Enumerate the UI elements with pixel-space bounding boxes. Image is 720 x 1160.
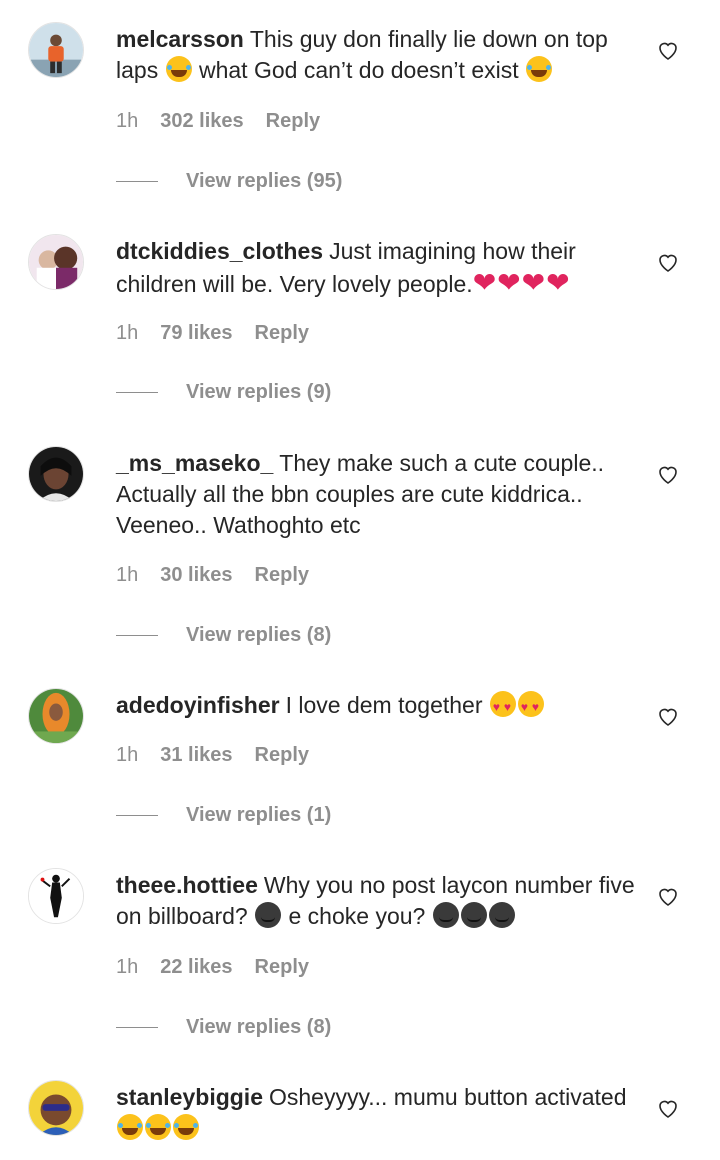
- dark-face-emoji-icon: [432, 902, 459, 928]
- avatar[interactable]: [28, 868, 84, 924]
- replies-divider: [116, 392, 158, 393]
- view-replies-label[interactable]: View replies (1): [186, 802, 331, 828]
- laughing-emoji-icon: [173, 1114, 199, 1140]
- comment-likes[interactable]: 30 likes: [160, 564, 232, 587]
- replies-divider: [116, 635, 158, 636]
- replies-divider: [116, 1027, 158, 1028]
- comment-body-part: Osheyyyy... mumu button activated: [268, 1084, 627, 1110]
- comment-body-part: what God can’t do doesn’t exist: [198, 57, 519, 83]
- heart-icon[interactable]: [656, 38, 680, 62]
- view-replies-label[interactable]: View replies (8): [186, 622, 331, 648]
- comment-time: 1h: [116, 744, 139, 766]
- comment-likes[interactable]: 22 likes: [160, 956, 232, 979]
- laughing-emoji-icon: [165, 56, 192, 82]
- view-replies-label[interactable]: View replies (9): [186, 379, 331, 405]
- avatar[interactable]: [28, 446, 84, 502]
- comment-username[interactable]: melcarsson: [116, 26, 244, 52]
- comment-body-part: I love dem together: [285, 692, 483, 718]
- comment-time: 1h: [116, 564, 139, 586]
- dark-face-emoji-icon: [488, 902, 515, 928]
- heart-eyes-emoji-icon: [489, 691, 516, 723]
- heart-icon[interactable]: [656, 884, 680, 908]
- reply-button[interactable]: Reply: [255, 564, 309, 587]
- comment-likes[interactable]: 79 likes: [160, 322, 232, 345]
- comment-username[interactable]: theee.hottiee: [116, 872, 258, 898]
- reply-button[interactable]: Reply: [266, 110, 320, 133]
- dark-face-emoji-icon: [460, 902, 487, 928]
- laughing-emoji-icon: [526, 56, 553, 82]
- comment-time: 1h: [116, 110, 139, 132]
- view-replies-label[interactable]: View replies (8): [186, 1014, 331, 1040]
- comment-meta: 1h 79 likes Reply: [116, 322, 331, 345]
- comment-text: adedoyinfisher I love dem together: [116, 690, 636, 723]
- comment-username[interactable]: dtckiddies_clothes: [116, 238, 323, 264]
- laughing-emoji-icon: [145, 1114, 171, 1140]
- replies-divider: [116, 181, 158, 182]
- comment-meta: 1h 22 likes Reply: [116, 956, 331, 979]
- reply-button[interactable]: Reply: [255, 956, 309, 979]
- comment-time: 1h: [116, 956, 139, 978]
- avatar[interactable]: [28, 688, 84, 744]
- comment-text: _ms_maseko_ They make such a cute couple.…: [116, 448, 636, 541]
- avatar[interactable]: [28, 22, 84, 78]
- heart-eyes-emoji-icon: [517, 691, 544, 723]
- comment-text: theee.hottiee Why you no post laycon numb…: [116, 870, 636, 932]
- comment-meta: 1h 31 likes Reply: [116, 744, 331, 767]
- reply-button[interactable]: Reply: [255, 744, 309, 767]
- red-hearts-emoji: ❤❤❤❤: [472, 267, 571, 298]
- comment-body-part: e choke you?: [288, 903, 426, 929]
- heart-icon[interactable]: [656, 250, 680, 274]
- replies-divider: [116, 815, 158, 816]
- view-replies-label[interactable]: View replies (95): [186, 168, 342, 194]
- comment-text: stanleybiggie Osheyyyy... mumu button act…: [116, 1082, 636, 1144]
- comment-username[interactable]: _ms_maseko_: [116, 450, 273, 476]
- comment-username[interactable]: adedoyinfisher: [116, 692, 280, 718]
- heart-icon[interactable]: [656, 462, 680, 486]
- comment-text: melcarsson This guy don finally lie down …: [116, 24, 636, 86]
- reply-button[interactable]: Reply: [255, 322, 309, 345]
- heart-icon[interactable]: [656, 1096, 680, 1120]
- comment-time: 1h: [116, 322, 139, 344]
- dark-face-emoji-icon: [255, 902, 282, 928]
- comment-username[interactable]: stanleybiggie: [116, 1084, 263, 1110]
- avatar[interactable]: [28, 1080, 84, 1136]
- comment-text: dtckiddies_clothes Just imagining how the…: [116, 236, 636, 300]
- avatar[interactable]: [28, 234, 84, 290]
- comment-meta: 1h 302 likes Reply: [116, 110, 342, 133]
- comment-meta: 1h 30 likes Reply: [116, 564, 331, 587]
- laughing-emoji-icon: [117, 1114, 143, 1140]
- comment-likes[interactable]: 302 likes: [160, 110, 243, 133]
- heart-icon[interactable]: [656, 704, 680, 728]
- comment-likes[interactable]: 31 likes: [160, 744, 232, 767]
